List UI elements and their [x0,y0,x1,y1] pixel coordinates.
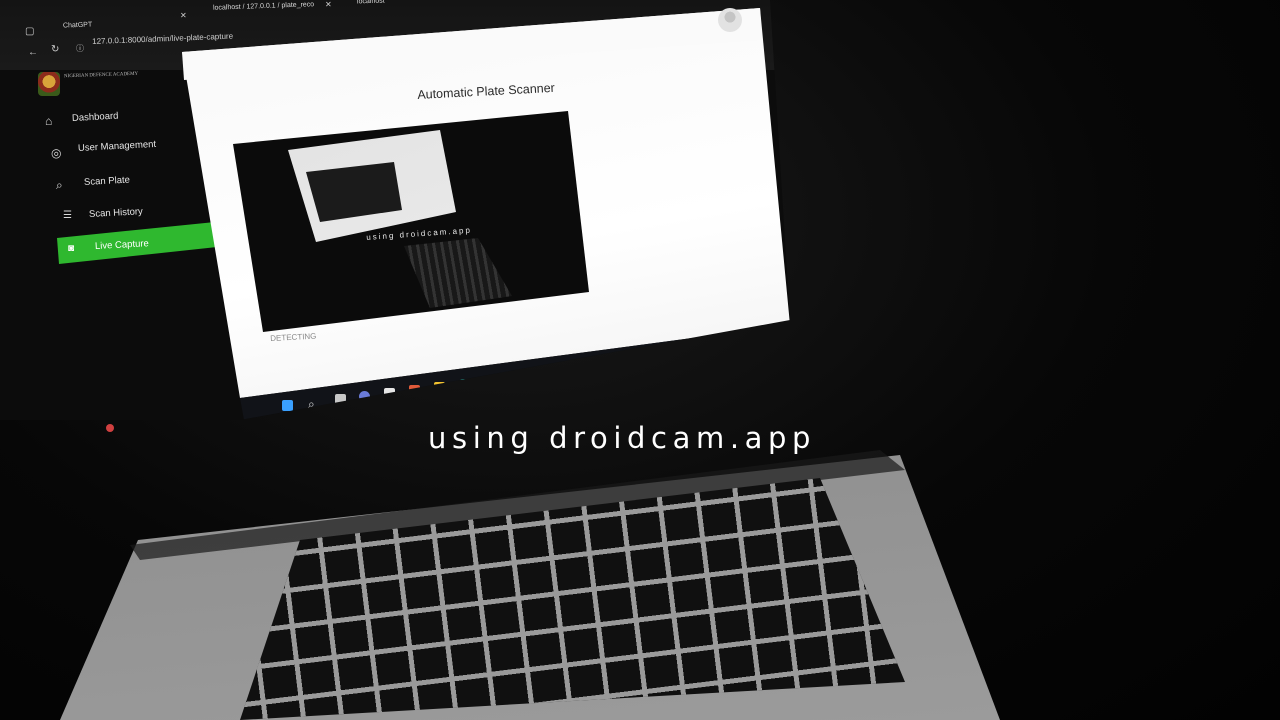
store-icon[interactable] [602,360,613,371]
chrome-icon[interactable] [507,372,518,383]
list-icon: ☰ [63,210,72,221]
camera-icon: ◙ [68,243,75,254]
taskbar-clock[interactable]: 6:12 PM 8/1/2025 [753,333,774,347]
tab-chatgpt[interactable]: ChatGPT [63,21,92,29]
app-icon[interactable] [625,357,636,368]
app-icon[interactable] [579,363,590,374]
edge-icon[interactable] [458,379,469,390]
file-explorer-icon[interactable] [434,382,445,393]
site-info-icon[interactable]: ⓘ [76,43,84,54]
scrollbar[interactable] [780,11,790,243]
academy-logo [38,72,60,96]
windows-start-icon[interactable] [282,400,293,411]
red-indicator-dot [106,424,114,432]
xampp-icon[interactable] [409,385,420,396]
search-icon: ⌕ [56,178,63,192]
vscode-icon[interactable] [482,376,493,387]
system-tray[interactable]: ⌃ ☁ ᯤ ◖ ▭ [680,340,719,354]
brave-icon[interactable] [531,369,542,380]
back-arrow-icon[interactable]: ← [28,47,38,58]
chat-icon[interactable] [359,391,370,402]
tab-phpmyadmin[interactable]: localhost / 127.0.0.1 / plate_reco [213,1,314,12]
laptop-screen: ▢ ChatGPT ✕ localhost / 127.0.0.1 / plat… [0,0,790,420]
home-icon: ⌂ [45,114,53,128]
search-icon[interactable]: ⌕ [308,397,315,411]
calculator-icon[interactable] [384,388,395,399]
whatsapp-icon[interactable] [556,366,567,377]
tab-close-icon[interactable]: ✕ [180,11,187,20]
clock-time: 6:12 PM [754,332,774,342]
tab-localhost[interactable]: localhost [357,0,385,5]
task-view-icon[interactable] [335,394,346,405]
photo-scene: ▢ ChatGPT ✕ localhost / 127.0.0.1 / plat… [0,0,1280,720]
tab-close-icon[interactable]: ✕ [325,0,332,9]
reload-icon[interactable]: ↻ [51,44,59,55]
avatar[interactable] [718,8,742,32]
overlay-caption: using droidcam.app [428,421,817,455]
window-icon: ▢ [25,26,35,37]
user-icon: ◎ [51,146,62,160]
address-bar[interactable]: 127.0.0.1:8000/admin/live-plate-capture [92,32,233,46]
clock-date: 8/1/2025 [754,338,775,348]
